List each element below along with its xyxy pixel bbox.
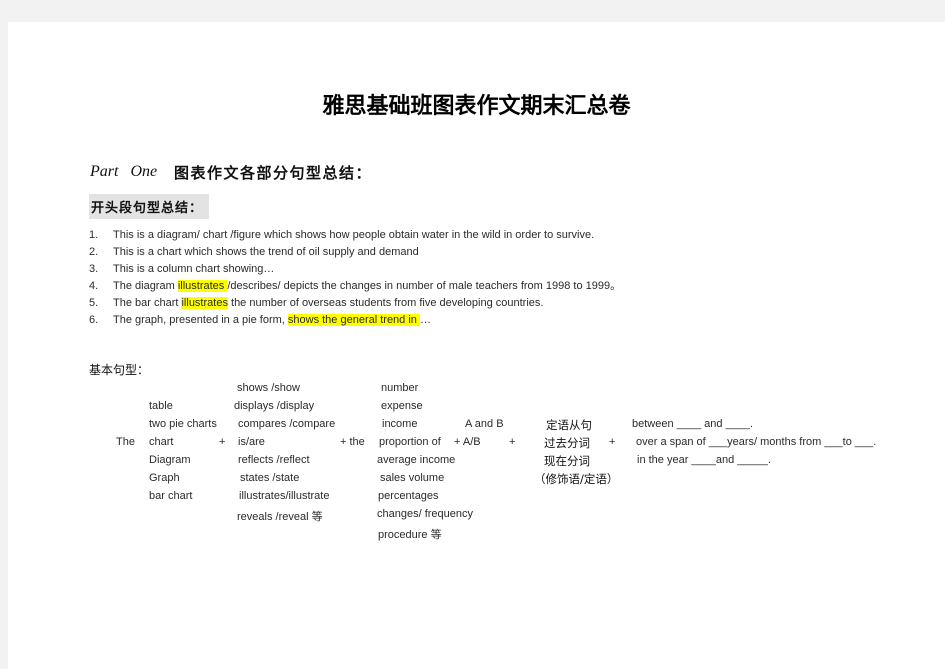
- item-text: This is a chart which shows the trend of…: [113, 244, 419, 261]
- item-number: 2.: [89, 246, 99, 258]
- document-title: 雅思基础班图表作文期末汇总卷: [322, 94, 631, 119]
- opening-sentence-item: 2. This is a chart which shows the trend …: [89, 244, 621, 261]
- text-segment: /describes/ depicts the changes in numbe…: [227, 280, 622, 292]
- text-segment: The diagram: [113, 280, 178, 292]
- verb-item: displays /display: [234, 400, 315, 412]
- item-text: The bar chart illustrates the number of …: [113, 295, 543, 312]
- item-text: This is a diagram/ chart /figure which s…: [113, 227, 594, 244]
- part-label: Part One: [90, 163, 158, 180]
- modifier-item: 现在分词: [544, 454, 590, 468]
- item-number: 5.: [89, 297, 99, 309]
- object-item: proportion of: [379, 436, 441, 448]
- opening-sentence-item: 4. The diagram illustrates /describes/ de…: [89, 278, 621, 295]
- pattern-plus-3: +: [509, 436, 516, 448]
- object-item: sales volume: [380, 472, 445, 484]
- pattern-plus-4: +: [609, 436, 616, 448]
- subject-item: chart: [149, 436, 174, 448]
- opening-sentence-item: 5. The bar chart illustrates the number o…: [89, 295, 621, 312]
- object-item: procedure 等: [378, 529, 442, 541]
- object-item: changes/ frequency: [377, 508, 474, 520]
- subject-item: two pie charts: [149, 418, 217, 430]
- basic-patterns-label: 基本句型：: [89, 363, 150, 377]
- time-phrase-item: between ____ and ____.: [632, 418, 754, 430]
- time-phrase-item: over a span of ___years/ months from ___…: [636, 436, 877, 448]
- item-text: The graph, presented in a pie form, show…: [113, 312, 431, 329]
- modifier-item: 定语从句: [546, 418, 592, 432]
- object-item: expense: [381, 400, 423, 412]
- pattern-plus-ab: + A/B: [454, 436, 481, 448]
- text-segment: This is a column chart showing…: [113, 263, 275, 275]
- verb-item: compares /compare: [238, 418, 336, 430]
- subject-item: table: [149, 400, 173, 412]
- verb-item: reflects /reflect: [238, 454, 310, 466]
- opening-sentence-item: 6. The graph, presented in a pie form, sh…: [89, 312, 621, 329]
- modifier-item: （修饰语/定语）: [534, 472, 619, 486]
- text-segment: This is a chart which shows the trend of…: [113, 246, 419, 258]
- text-segment: …: [419, 314, 431, 326]
- pattern-the: The: [116, 436, 135, 448]
- highlighted-text: illustrates: [177, 280, 228, 292]
- text-segment: The graph, presented in a pie form,: [113, 314, 288, 326]
- subject-item: Graph: [149, 472, 180, 484]
- pattern-plus-1: +: [219, 436, 226, 448]
- part-heading: 图表作文各部分句型总结：: [174, 164, 373, 182]
- item-number: 1.: [89, 229, 99, 241]
- modifier-item: 过去分词: [544, 436, 590, 450]
- item-number: 4.: [89, 280, 99, 292]
- verb-item: shows /show: [237, 382, 300, 394]
- opening-sentence-item: 1. This is a diagram/ chart /figure which…: [89, 227, 621, 244]
- object-item: average income: [377, 454, 456, 466]
- highlighted-text: illustrates: [181, 297, 228, 309]
- time-phrase-item: in the year ____and _____.: [637, 454, 771, 466]
- verb-item: states /state: [240, 472, 300, 484]
- opening-sentence-list: 1. This is a diagram/ chart /figure which…: [89, 227, 621, 329]
- pattern-plus-the: + the: [340, 436, 365, 448]
- subject-item: Diagram: [149, 454, 191, 466]
- item-text: The diagram illustrates /describes/ depi…: [113, 278, 621, 295]
- object-item: income: [382, 418, 418, 430]
- object-item: number: [381, 382, 419, 394]
- text-segment: the number of overseas students from fiv…: [227, 297, 544, 309]
- verb-item: illustrates/illustrate: [239, 490, 330, 502]
- pattern-a-and-b: A and B: [465, 418, 504, 430]
- item-number: 6.: [89, 314, 99, 326]
- text-segment: The bar chart: [113, 297, 182, 309]
- item-text: This is a column chart showing…: [113, 261, 274, 278]
- document-page: 雅思基础班图表作文期末汇总卷 Part One 图表作文各部分句型总结： 开头段…: [8, 22, 945, 669]
- object-item: percentages: [378, 490, 439, 502]
- highlighted-text: shows the general trend in: [287, 314, 420, 326]
- opening-section-heading: 开头段句型总结：: [89, 194, 210, 219]
- text-segment: This is a diagram/ chart /figure which s…: [113, 229, 595, 241]
- subject-item: bar chart: [149, 490, 193, 502]
- opening-sentence-item: 3. This is a column chart showing…: [89, 261, 621, 278]
- verb-item: is/are: [238, 436, 265, 448]
- item-number: 3.: [89, 263, 99, 275]
- verb-item: reveals /reveal 等: [237, 511, 323, 523]
